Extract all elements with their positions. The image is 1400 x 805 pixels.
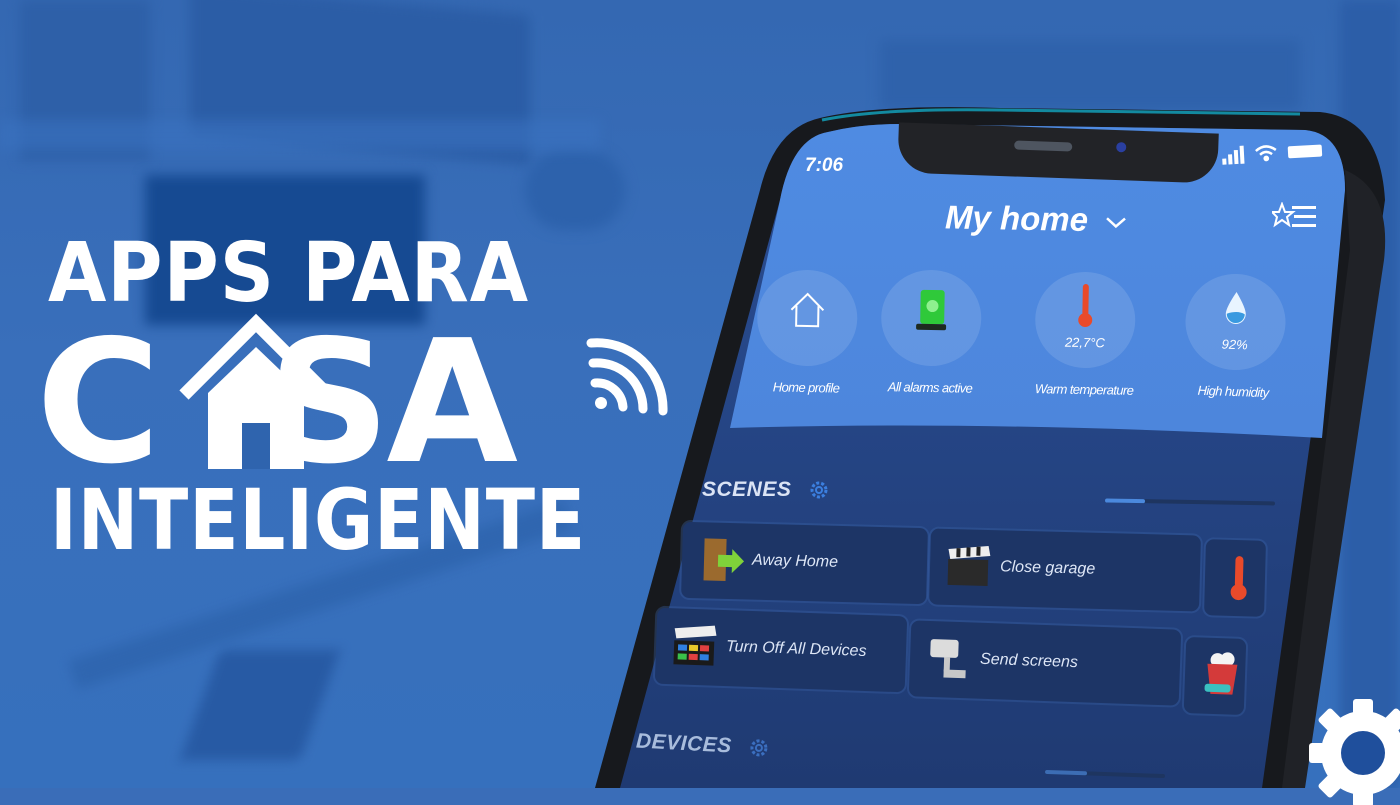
stat-label: Home profile — [772, 379, 840, 396]
clapperboard-color-icon — [673, 625, 717, 666]
gear-icon[interactable] — [747, 737, 770, 760]
security-camera-icon — [930, 639, 966, 679]
stat-value: 22,7°C — [1064, 335, 1105, 351]
green-alarm-icon — [916, 290, 947, 331]
wifi-icon — [1255, 145, 1277, 162]
thermometer-icon — [1078, 283, 1093, 327]
scene-label: Close garage — [999, 558, 1096, 578]
gear-icon[interactable] — [808, 479, 830, 501]
devices-title-text: DEVICES — [635, 729, 733, 758]
thermometer-icon — [1230, 556, 1247, 601]
stat-alarms[interactable]: All alarms active — [875, 269, 987, 396]
scene-card-temperature[interactable] — [1204, 539, 1266, 617]
stat-value: 92% — [1221, 336, 1248, 353]
pager-active — [1104, 498, 1146, 504]
stat-home-profile[interactable]: Home profile — [751, 269, 863, 396]
stat-label: Warm temperature — [1034, 381, 1134, 398]
scenes-title: SCENES — [702, 478, 830, 502]
scene-label: Send screens — [979, 650, 1079, 672]
scene-label: Away Home — [751, 551, 839, 571]
chevron-down-icon — [1106, 217, 1127, 229]
scene-label: Turn Off All Devices — [725, 638, 867, 660]
stat-label: All alarms active — [887, 379, 973, 396]
scenes-title-text: SCENES — [702, 478, 792, 501]
speaker-grille — [1014, 140, 1073, 152]
home-selector[interactable]: My home — [945, 198, 1128, 239]
home-outline-icon — [790, 292, 825, 328]
status-time: 7:06 — [805, 155, 844, 176]
popcorn-icon — [1204, 652, 1238, 695]
signal-icon — [1222, 145, 1245, 165]
scene-card-send-screens[interactable]: Send screens — [908, 620, 1182, 706]
stat-temperature[interactable]: 22,7°C Warm temperature — [1029, 271, 1141, 398]
scene-card-movie[interactable] — [1183, 636, 1247, 716]
battery-icon — [1287, 144, 1323, 159]
front-camera — [1116, 142, 1127, 153]
water-drop-icon — [1225, 291, 1246, 324]
scene-card-close-garage[interactable]: Close garage — [929, 528, 1201, 612]
stat-humidity[interactable]: 92% High humidity — [1178, 272, 1292, 401]
scene-card-away-home[interactable]: Away Home — [681, 521, 928, 605]
favorites-menu-icon[interactable] — [1272, 202, 1318, 232]
home-title: My home — [944, 198, 1089, 238]
gear-icon — [1309, 699, 1400, 805]
clapperboard-icon — [947, 545, 991, 586]
scene-card-turn-off-all[interactable]: Turn Off All Devices — [654, 607, 908, 693]
door-exit-icon — [703, 538, 745, 581]
